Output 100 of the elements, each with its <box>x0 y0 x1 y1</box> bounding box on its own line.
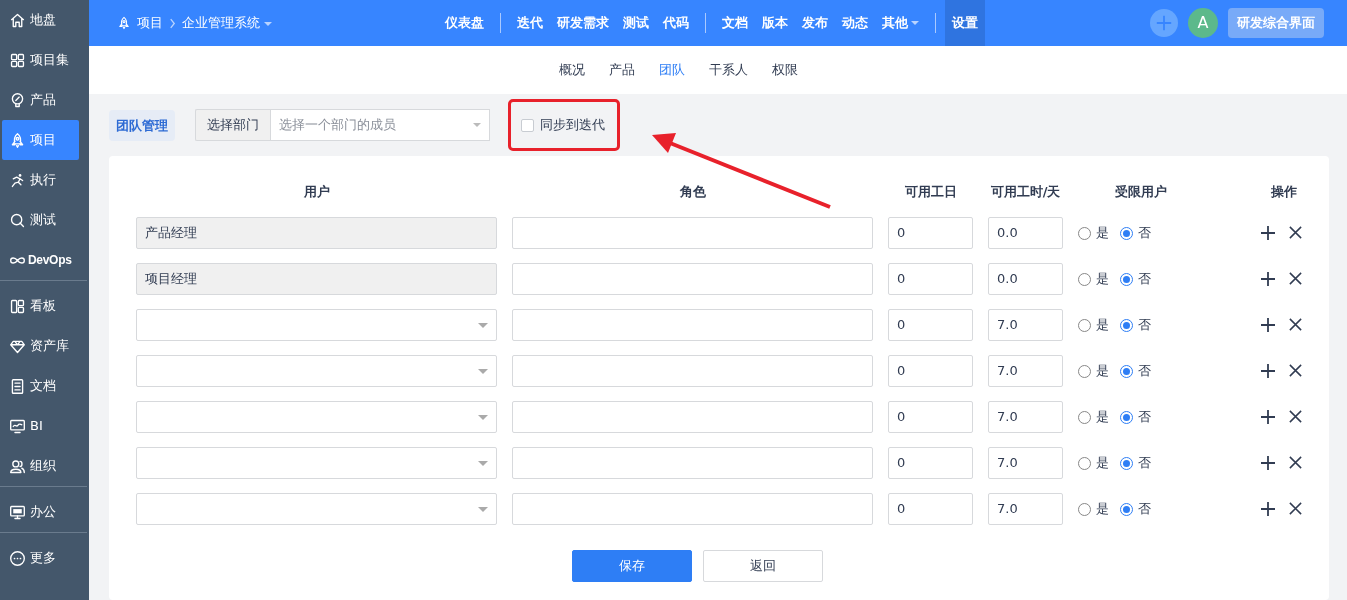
radio-button[interactable] <box>1078 456 1091 470</box>
radio-label: 否 <box>1138 500 1151 519</box>
department-select[interactable]: 选择一个部门的成员 <box>270 109 490 141</box>
column-header: 受限用户 <box>1113 183 1168 201</box>
radio-button[interactable] <box>1078 410 1091 424</box>
radio-button[interactable] <box>1078 364 1091 378</box>
back-button[interactable]: 返回 <box>703 550 823 582</box>
sidebar-item[interactable]: 看板 <box>2 286 79 326</box>
sidebar-item[interactable]: 项目集 <box>2 40 79 80</box>
tab[interactable]: 产品 <box>596 60 647 80</box>
close-icon[interactable] <box>1288 455 1303 470</box>
save-button[interactable]: 保存 <box>572 550 692 582</box>
sidebar-item[interactable]: 项目 <box>2 120 79 160</box>
caret-icon <box>478 322 488 328</box>
hours-field[interactable]: 0.0 <box>988 217 1063 249</box>
hours-field[interactable]: 7.0 <box>988 447 1063 479</box>
hours-field[interactable]: 7.0 <box>988 309 1063 341</box>
nav-tab[interactable]: 发布 <box>795 0 836 46</box>
column-header: 用户 <box>302 183 331 201</box>
hours-field[interactable]: 0.0 <box>988 263 1063 295</box>
sidebar-item[interactable]: 执行 <box>2 160 79 200</box>
project-dropdown[interactable]: 企业管理系统 <box>182 13 273 33</box>
nav-tab[interactable]: 迭代 <box>510 0 551 46</box>
workdays-field[interactable]: 0 <box>888 493 973 525</box>
role-field[interactable] <box>512 309 873 341</box>
radio-label: 是 <box>1096 224 1109 243</box>
column-header: 可用工日 <box>903 183 958 201</box>
radio-button[interactable] <box>1078 318 1091 332</box>
plus-icon[interactable] <box>1260 363 1276 379</box>
sidebar-item[interactable]: 更多 <box>2 538 79 578</box>
caret-icon <box>478 506 488 512</box>
radio-button[interactable] <box>1120 364 1133 378</box>
close-icon[interactable] <box>1288 501 1303 516</box>
sidebar-item[interactable]: 文档 <box>2 366 79 406</box>
sidebar-item[interactable]: 资产库 <box>2 326 79 366</box>
radio-button[interactable] <box>1120 410 1133 424</box>
caret-icon <box>478 414 488 420</box>
radio-button[interactable] <box>1120 226 1133 240</box>
hours-field[interactable]: 7.0 <box>988 401 1063 433</box>
role-field[interactable] <box>512 493 873 525</box>
close-icon[interactable] <box>1288 409 1303 424</box>
radio-button[interactable] <box>1078 226 1091 240</box>
nav-tab[interactable]: 测试 <box>616 0 657 46</box>
workdays-field[interactable]: 0 <box>888 447 973 479</box>
role-field[interactable] <box>512 355 873 387</box>
column-header: 操作 <box>1270 183 1298 201</box>
sidebar-item[interactable]: BI <box>2 406 79 446</box>
sidebar-item[interactable]: 办公 <box>2 492 79 532</box>
close-icon[interactable] <box>1288 225 1303 240</box>
plus-icon[interactable] <box>1260 501 1276 517</box>
role-field[interactable] <box>512 263 873 295</box>
plus-icon[interactable] <box>1260 455 1276 471</box>
sidebar-item[interactable]: 组织 <box>2 446 79 486</box>
tab[interactable]: 概况 <box>546 60 597 80</box>
nav-tab[interactable]: 版本 <box>755 0 796 46</box>
hours-field[interactable]: 7.0 <box>988 355 1063 387</box>
checkbox[interactable] <box>521 118 534 132</box>
plus-icon[interactable] <box>1260 409 1276 425</box>
radio-label: 是 <box>1096 362 1109 381</box>
tab[interactable]: 权限 <box>759 60 810 80</box>
role-field[interactable] <box>512 447 873 479</box>
nav-tab[interactable]: 代码 <box>656 0 697 46</box>
close-icon[interactable] <box>1288 363 1303 378</box>
sidebar-item[interactable]: 产品 <box>2 80 79 120</box>
sidebar-item[interactable]: 测试 <box>2 200 79 240</box>
radio-button[interactable] <box>1078 272 1091 286</box>
workdays-field[interactable]: 0 <box>888 401 973 433</box>
tab[interactable]: 团队 <box>646 60 697 80</box>
workdays-field[interactable]: 0 <box>888 263 973 295</box>
hours-field[interactable]: 7.0 <box>988 493 1063 525</box>
breadcrumb-link[interactable]: 项目 <box>137 13 163 33</box>
grid-icon <box>9 51 26 69</box>
plus-icon <box>1155 14 1173 32</box>
radio-label: 否 <box>1138 316 1151 335</box>
plus-icon[interactable] <box>1260 317 1276 333</box>
workdays-field[interactable]: 0 <box>888 217 973 249</box>
workdays-field[interactable]: 0 <box>888 355 973 387</box>
nav-tab[interactable]: 文档 <box>715 0 756 46</box>
plus-icon[interactable] <box>1260 225 1276 241</box>
radio-button[interactable] <box>1120 272 1133 286</box>
sidebar-item[interactable]: 地盘 <box>2 0 79 40</box>
close-icon[interactable] <box>1288 271 1303 286</box>
sidebar-item[interactable]: DevOps <box>2 240 79 280</box>
nav-tab[interactable]: 研发需求 <box>550 0 617 46</box>
radio-button[interactable] <box>1120 456 1133 470</box>
nav-tab[interactable]: 设置 <box>945 0 986 46</box>
checkbox-label: 同步到迭代 <box>540 116 605 135</box>
radio-button[interactable] <box>1120 318 1133 332</box>
plus-icon[interactable] <box>1260 271 1276 287</box>
close-icon[interactable] <box>1288 317 1303 332</box>
tab[interactable]: 干系人 <box>696 60 760 80</box>
workdays-field[interactable]: 0 <box>888 309 973 341</box>
nav-tab[interactable]: 动态 <box>835 0 876 46</box>
role-field[interactable] <box>512 217 873 249</box>
nav-tab[interactable]: 仪表盘 <box>438 0 492 46</box>
radio-button[interactable] <box>1120 502 1133 516</box>
radio-button[interactable] <box>1078 502 1091 516</box>
radio-label: 是 <box>1096 454 1109 473</box>
nav-tab[interactable]: 其他 <box>875 0 927 46</box>
role-field[interactable] <box>512 401 873 433</box>
